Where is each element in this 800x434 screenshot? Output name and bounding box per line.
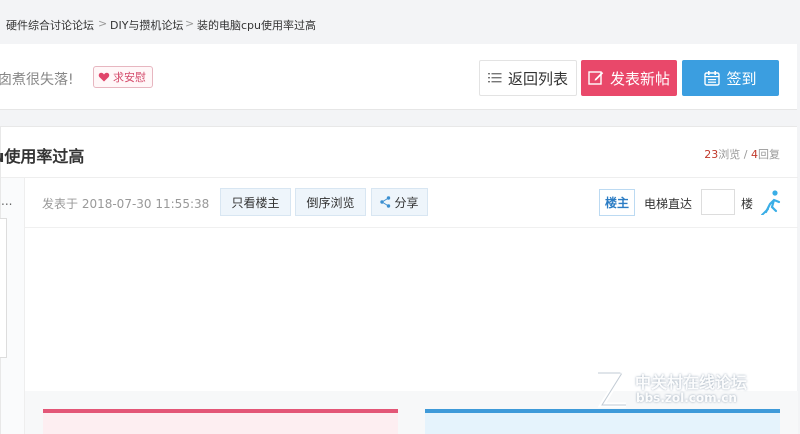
thread-stats: 23浏览 / 4回复 bbox=[704, 146, 780, 162]
share-icon bbox=[380, 196, 391, 208]
owner-badge: 楼主 bbox=[599, 189, 635, 216]
view-count: 23 bbox=[704, 148, 719, 161]
reply-count: 4 bbox=[751, 148, 758, 161]
author-sidebar: ... bbox=[0, 178, 25, 434]
only-owner-button[interactable]: 只看楼主 bbox=[220, 188, 291, 216]
floor-suffix: 楼 bbox=[741, 197, 754, 211]
comfort-button[interactable]: 求安慰 bbox=[93, 66, 153, 88]
mood-text: 囱煮很失落! bbox=[0, 72, 74, 88]
heart-icon bbox=[98, 72, 110, 82]
share-label: 分享 bbox=[394, 195, 419, 210]
breadcrumb-item-hardware-forum[interactable]: 硬件综合讨论论坛 bbox=[6, 17, 94, 33]
back-to-list-button[interactable]: 返回列表 bbox=[479, 60, 577, 96]
sign-in-label: 签到 bbox=[726, 69, 757, 88]
title-divider bbox=[1, 177, 798, 178]
breadcrumb-separator: > bbox=[98, 17, 108, 30]
stats-separator: / bbox=[740, 148, 751, 161]
watermark-name: 中关村在线论坛 bbox=[635, 373, 748, 392]
new-post-label: 发表新帖 bbox=[609, 69, 670, 88]
elevator-label: 电梯直达 bbox=[644, 197, 693, 211]
watermark-url: bbs.zol.com.cn bbox=[636, 391, 737, 405]
new-post-button[interactable]: 发表新帖 bbox=[581, 60, 677, 96]
floor-number-input[interactable] bbox=[701, 189, 735, 215]
post-header-divider bbox=[25, 227, 798, 228]
list-icon bbox=[487, 73, 502, 83]
back-to-list-label: 返回列表 bbox=[507, 69, 568, 88]
calendar-icon bbox=[704, 71, 721, 86]
comfort-label: 求安慰 bbox=[113, 71, 146, 84]
elevator-go-icon[interactable] bbox=[760, 189, 782, 215]
breadcrumb-separator: > bbox=[185, 17, 195, 30]
thread-title: u使用率过高 bbox=[0, 147, 85, 166]
breadcrumb: 硬件综合讨论论坛 > DIY与攒机论坛 > 装的电脑cpu使用率过高 bbox=[0, 0, 800, 44]
breadcrumb-item-diy-forum[interactable]: DIY与攒机论坛 bbox=[110, 17, 183, 33]
sign-in-button[interactable]: 签到 bbox=[682, 60, 779, 96]
post-timestamp: 发表于 2018-07-30 11:55:38 bbox=[42, 197, 210, 211]
edit-icon bbox=[588, 71, 604, 85]
author-info-box bbox=[0, 218, 7, 358]
reverse-order-button[interactable]: 倒序浏览 bbox=[295, 188, 366, 216]
share-button[interactable]: 分享 bbox=[371, 188, 428, 216]
zol-watermark: 中关村在线论坛 bbs.zol.com.cn bbox=[590, 365, 795, 415]
zol-logo-icon bbox=[597, 367, 629, 408]
reply-count-label: 回复 bbox=[758, 148, 780, 161]
breadcrumb-item-thread[interactable]: 装的电脑cpu使用率过高 bbox=[197, 17, 316, 33]
author-name-truncated: ... bbox=[1, 194, 13, 208]
pink-panel bbox=[43, 409, 398, 434]
thread-toolbar: 囱煮很失落! 求安慰 返回列表 发表新帖 签到 bbox=[0, 44, 797, 110]
view-count-label: 浏览 bbox=[718, 148, 741, 161]
